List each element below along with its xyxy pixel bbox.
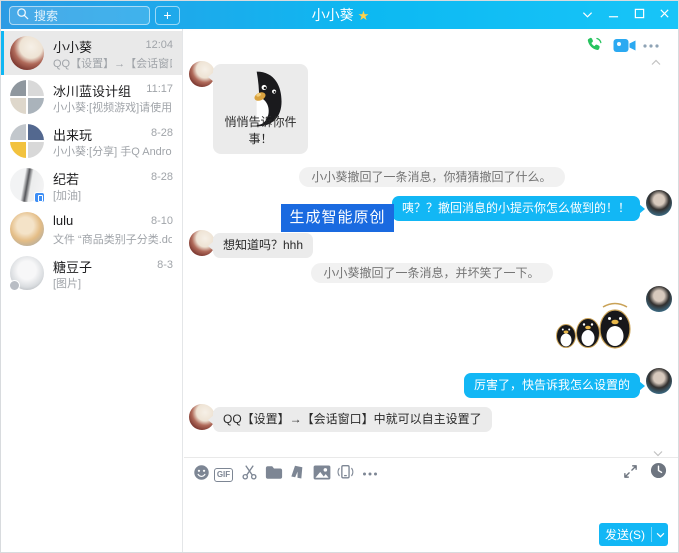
send-options-button[interactable]: [651, 527, 668, 542]
star-badge-icon: ★: [358, 9, 370, 24]
contact-preview: QQ【设置】→【会话窗口】中: [53, 55, 172, 71]
contact-preview: 小小葵:[视频游戏]请使用最新版: [53, 99, 172, 115]
conversation-item-design-group[interactable]: 冰川蓝设计组 11:17 小小葵:[视频游戏]请使用最新版: [1, 75, 182, 119]
generate-smart-original-button[interactable]: 生成智能原创: [281, 204, 394, 232]
self-avatar[interactable]: [646, 286, 672, 312]
gif-icon: GIF: [214, 468, 233, 482]
mobile-online-badge: [34, 192, 45, 203]
scissors-icon: [241, 464, 258, 486]
recall-notice: 小小葵撤回了一条消息，并坏笑了一下。: [310, 263, 552, 283]
self-avatar[interactable]: [646, 190, 672, 216]
window-shake-button[interactable]: [335, 465, 354, 484]
contact-name: 糖豆子: [53, 257, 92, 276]
input-divider: [184, 457, 679, 458]
contact-time: 8-3: [157, 259, 173, 271]
gif-button[interactable]: GIF: [214, 465, 233, 484]
contact-time: 11:17: [146, 83, 173, 95]
contact-preview: [加油]: [53, 187, 172, 203]
screenshot-button[interactable]: [240, 465, 259, 484]
scroll-down-button[interactable]: [653, 444, 663, 462]
incoming-message: 想知道吗？hhh: [213, 233, 313, 258]
add-contact-button[interactable]: +: [155, 6, 180, 25]
avatar: [10, 256, 44, 290]
search-input[interactable]: [34, 9, 134, 23]
chat-history-button[interactable]: [649, 463, 668, 482]
conversation-item-jiruo[interactable]: 纪若 8-28 [加油]: [1, 163, 182, 207]
message-input[interactable]: [191, 489, 672, 517]
smiley-icon: [193, 464, 210, 486]
maximize-button[interactable]: [630, 7, 648, 23]
ellipsis-icon: [362, 466, 378, 484]
voice-call-button[interactable]: [584, 35, 604, 60]
contact-name: 出来玩: [53, 125, 92, 144]
picture-icon: [313, 465, 331, 485]
contact-name: lulu: [53, 213, 73, 228]
chevron-down-icon: [582, 6, 593, 24]
self-avatar[interactable]: [646, 368, 672, 394]
contact-preview: 文件 “商品类别子分类.docx”: [53, 231, 172, 247]
penguin-trio-sticker: [553, 299, 633, 354]
chat-panel: 悄悄告诉你件事！ 小小葵撤回了一条消息，你猜猜撤回了什么。 咦？？撤回消息的小提…: [183, 29, 679, 552]
folder-icon: [265, 465, 283, 485]
conversation-item-lulu[interactable]: lulu 8-10 文件 “商品类别子分类.docx”: [1, 207, 182, 251]
conversation-item-tangdouzi[interactable]: 糖豆子 8-3 [图片]: [1, 251, 182, 295]
conversation-list: 小小葵 12:04 QQ【设置】→【会话窗口】中 冰川蓝设计组 11:17 小小…: [1, 29, 183, 552]
vibrating-phone-icon: [335, 463, 355, 486]
chevron-down-icon: [656, 532, 665, 538]
window-menu-button[interactable]: [578, 7, 596, 23]
incoming-sticker-message: 悄悄告诉你件事！: [213, 64, 308, 154]
clock-icon: [650, 462, 667, 484]
title-bar: + 小小葵 ★: [1, 1, 679, 29]
pants-icon: [290, 464, 305, 485]
avatar: [10, 36, 44, 70]
expand-input-button[interactable]: [621, 464, 640, 483]
contact-time: 8-10: [151, 215, 173, 227]
maximize-icon: [634, 6, 645, 24]
expand-arrows-icon: [623, 464, 638, 484]
send-file-button[interactable]: [264, 465, 283, 484]
avatar: [10, 212, 44, 246]
avatar: [10, 168, 44, 202]
send-picture-button[interactable]: [312, 465, 331, 484]
send-button[interactable]: 发送(S): [599, 523, 668, 546]
conversation-item-chulaiwan[interactable]: 出来玩 8-28 小小葵:[分享] 手Q Android端: [1, 119, 182, 163]
contact-name: 纪若: [53, 169, 79, 188]
toolbar-more-button[interactable]: [360, 465, 379, 484]
minimize-button[interactable]: [604, 7, 622, 23]
contact-preview: 小小葵:[分享] 手Q Android端: [53, 143, 172, 159]
outgoing-message: 咦？？撤回消息的小提示你怎么做到的！！: [392, 196, 640, 221]
search-box[interactable]: [9, 6, 150, 25]
contact-time: 8-28: [151, 127, 173, 139]
qq-chat-window: + 小小葵 ★ 小小葵 12:04: [0, 0, 679, 553]
conversation-item-xiaoxiaokui[interactable]: 小小葵 12:04 QQ【设置】→【会话窗口】中: [1, 31, 182, 75]
chat-title-text: 小小葵: [312, 7, 354, 23]
video-camera-icon: [613, 40, 636, 57]
contact-preview: [图片]: [53, 275, 172, 291]
minimize-icon: [608, 6, 619, 24]
scroll-up-button[interactable]: [651, 53, 661, 71]
recall-notice: 小小葵撤回了一条消息，你猜猜撤回了什么。: [298, 167, 564, 187]
incoming-message: QQ【设置】→【会话窗口】中就可以自主设置了: [213, 407, 492, 432]
send-button-label: 发送(S): [599, 526, 651, 543]
outgoing-message: 厉害了，快告诉我怎么设置的: [464, 373, 640, 398]
search-icon: [16, 7, 29, 25]
video-call-button[interactable]: [613, 38, 636, 58]
contact-name: 小小葵: [53, 37, 92, 56]
clothes-button[interactable]: [288, 465, 307, 484]
contact-time: 8-28: [151, 171, 173, 183]
contact-name: 冰川蓝设计组: [53, 81, 131, 100]
group-avatar: [10, 124, 44, 158]
group-avatar: [10, 80, 44, 114]
close-button[interactable]: [655, 7, 673, 23]
sticker-caption: 悄悄告诉你件事！: [213, 113, 308, 147]
away-status-badge: [9, 280, 20, 291]
close-icon: [659, 6, 670, 24]
phone-icon: [584, 42, 604, 59]
emoji-button[interactable]: [192, 465, 211, 484]
contact-time: 12:04: [145, 39, 173, 51]
